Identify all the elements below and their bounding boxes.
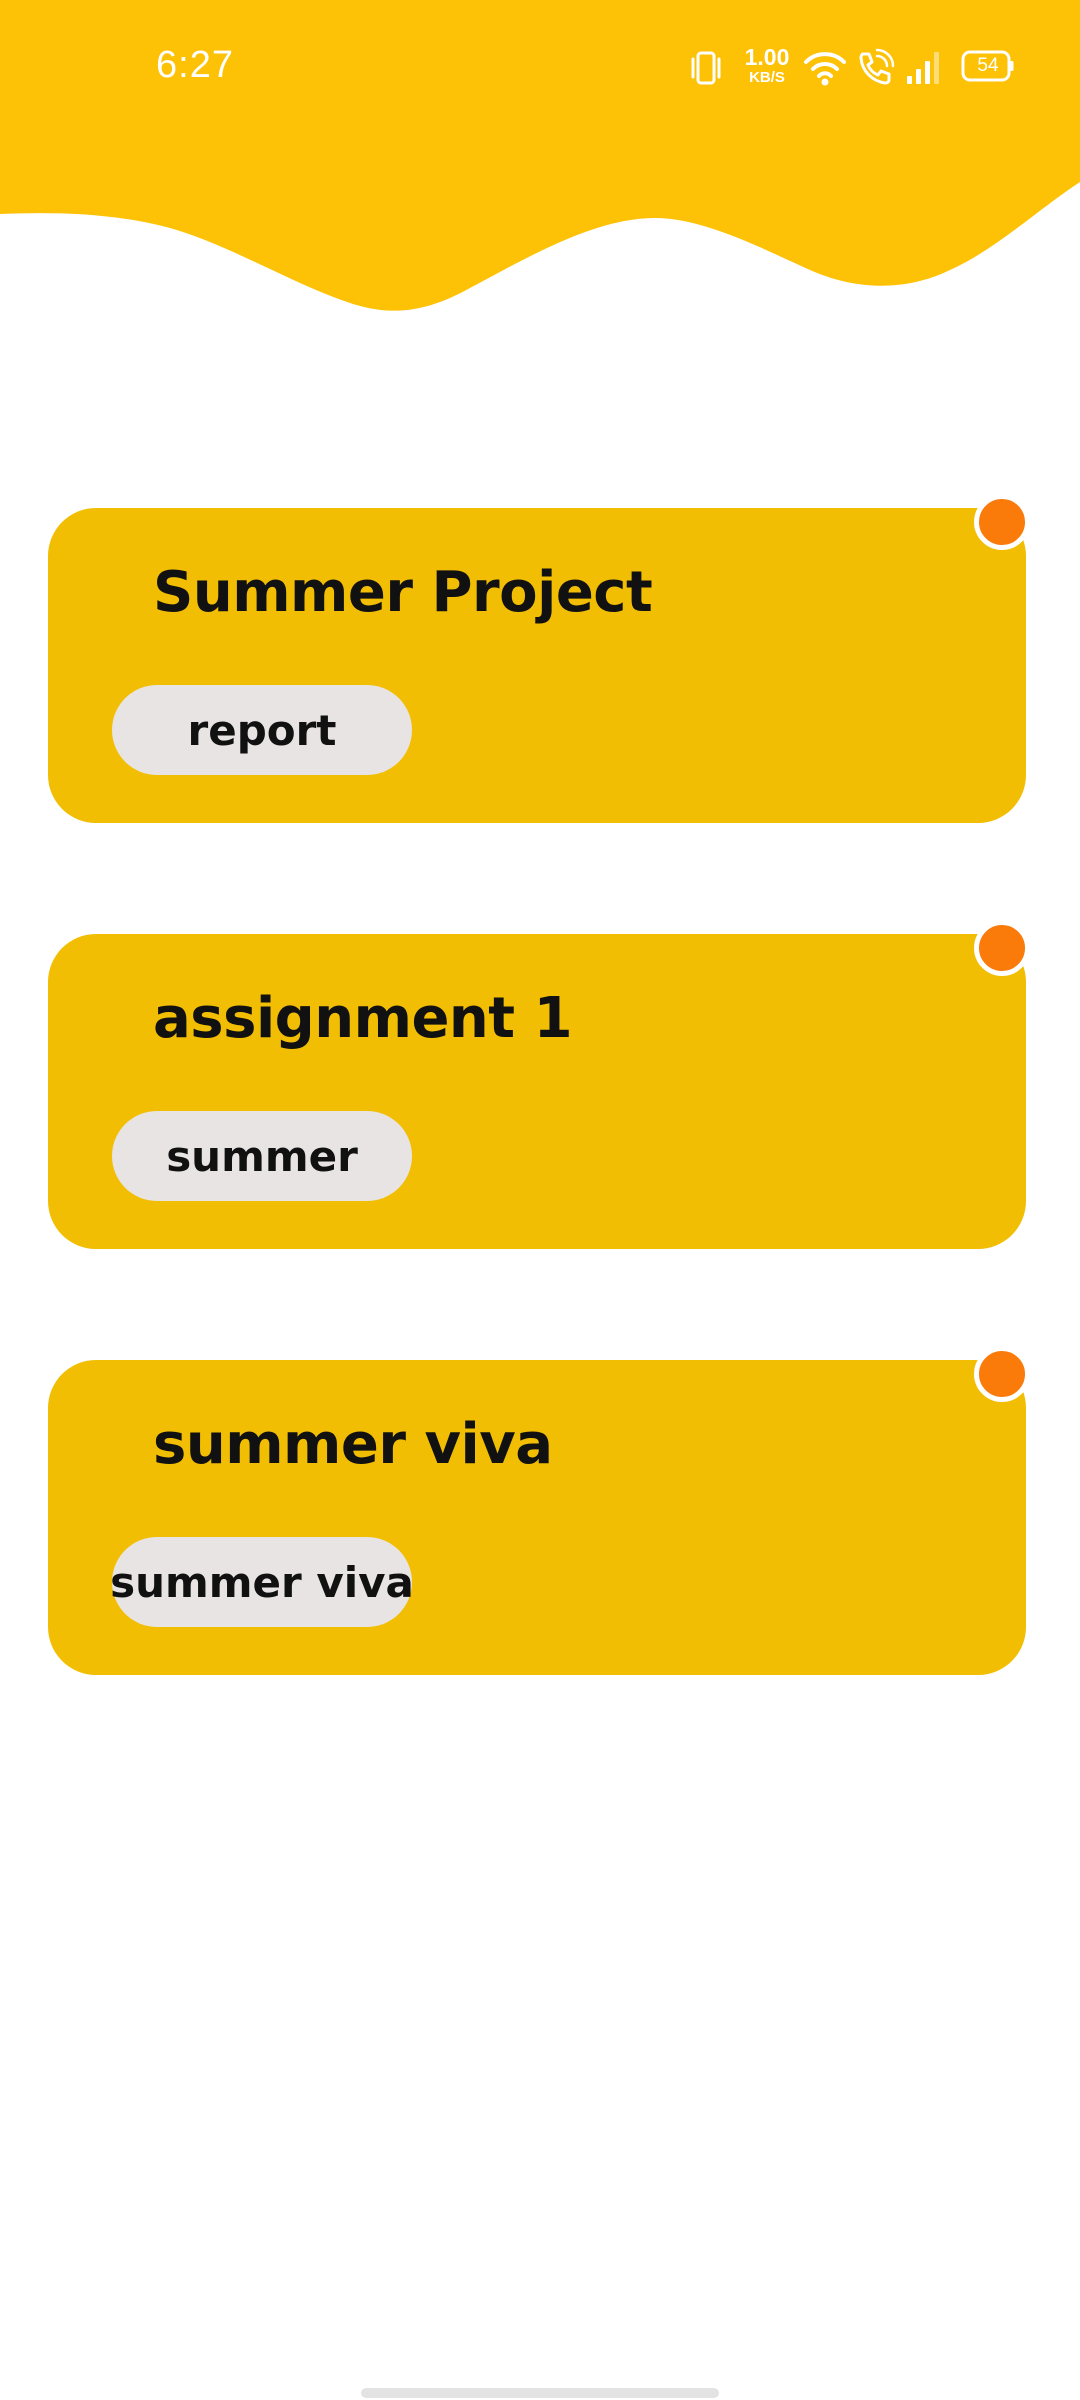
task-tag[interactable]: report bbox=[112, 685, 412, 775]
network-speed-unit: KB/S bbox=[749, 69, 785, 86]
battery-level: 54 bbox=[977, 55, 999, 76]
status-bar: 6:27 1.00 KB/S 54 bbox=[0, 0, 1080, 140]
network-speed-value: 1.00 bbox=[744, 44, 790, 70]
status-dot bbox=[974, 920, 1030, 976]
vibrate-icon bbox=[691, 51, 721, 85]
status-time: 6:27 bbox=[156, 44, 234, 86]
wifi-icon bbox=[804, 52, 846, 86]
status-icons: 1.00 KB/S 54 bbox=[685, 44, 1015, 90]
task-card[interactable]: Summer Project report bbox=[48, 508, 1026, 823]
task-tag[interactable]: summer bbox=[112, 1111, 412, 1201]
wifi-calling-icon bbox=[859, 48, 895, 85]
app-screen: 6:27 1.00 KB/S 54 Summer Project report … bbox=[0, 0, 1080, 2400]
signal-icon bbox=[907, 52, 939, 84]
task-title: summer viva bbox=[153, 1412, 553, 1477]
task-tag[interactable]: summer viva bbox=[110, 1537, 414, 1627]
task-title: Summer Project bbox=[153, 560, 653, 625]
network-speed: 1.00 KB/S bbox=[737, 44, 797, 86]
status-dot bbox=[974, 1346, 1030, 1402]
task-card[interactable]: assignment 1 summer bbox=[48, 934, 1026, 1249]
task-title: assignment 1 bbox=[153, 986, 573, 1051]
task-card[interactable]: summer viva summer viva bbox=[48, 1360, 1026, 1675]
status-dot bbox=[974, 494, 1030, 550]
home-indicator[interactable] bbox=[361, 2388, 719, 2398]
